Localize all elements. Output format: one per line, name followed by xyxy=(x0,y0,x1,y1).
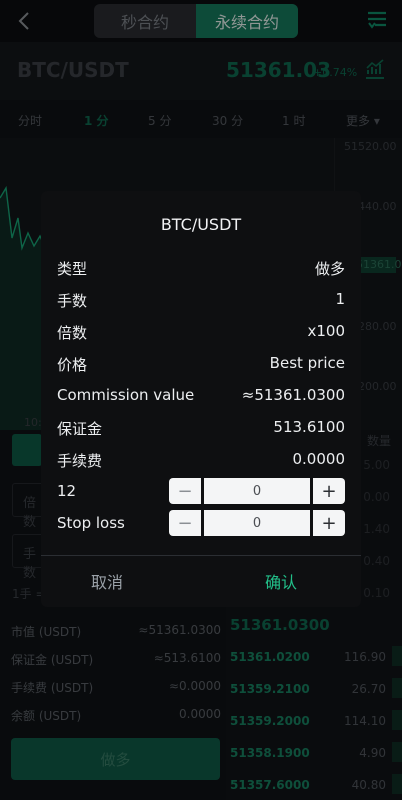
row-value: 513.6100 xyxy=(273,418,345,436)
take-profit-input[interactable]: 0 xyxy=(204,478,310,504)
cancel-button[interactable]: 取消 xyxy=(41,555,173,607)
dialog-row-type: 类型 做多 xyxy=(57,258,345,279)
row-label: 倍数 xyxy=(57,324,88,342)
row-value: x100 xyxy=(307,322,345,340)
plus-icon[interactable]: + xyxy=(313,478,345,504)
dialog-title: BTC/USDT xyxy=(160,215,242,234)
stop-loss-input[interactable]: 0 xyxy=(204,510,310,536)
dialog-row-fee: 手续费 0.0000 xyxy=(57,450,345,471)
app-root: 秒合约 永续合约 BTC/USDT 51361.03 +0.74% 分时 1 分… xyxy=(0,0,402,800)
row-label: 类型 xyxy=(57,260,88,278)
row-label: Commission value xyxy=(57,386,195,404)
dialog-row-multiplier: 倍数 x100 xyxy=(57,322,345,343)
row-label: 手数 xyxy=(57,292,88,310)
stop-loss-stepper: − 0 + xyxy=(169,510,345,536)
dialog-row-price: 价格 Best price xyxy=(57,354,345,375)
plus-icon[interactable]: + xyxy=(313,510,345,536)
minus-icon[interactable]: − xyxy=(169,478,201,504)
row-value: 做多 xyxy=(314,260,345,278)
row-label: 手续费 xyxy=(57,452,103,470)
row-value: ≈51361.0300 xyxy=(241,386,345,404)
row-label: 价格 xyxy=(57,356,88,374)
row-label: 保证金 xyxy=(57,420,103,438)
row-value: 0.0000 xyxy=(292,450,346,468)
row-value: Best price xyxy=(269,354,345,372)
confirm-button[interactable]: 确认 xyxy=(201,555,361,607)
order-confirm-dialog: BTC/USDT 类型 做多 手数 1 倍数 x100 价格 Best pric… xyxy=(41,191,361,607)
row-value: 1 xyxy=(335,290,345,308)
dialog-row-hands: 手数 1 xyxy=(57,290,345,311)
take-profit-stepper: − 0 + xyxy=(169,478,345,504)
dialog-row-commission: Commission value ≈51361.0300 xyxy=(57,386,345,404)
minus-icon[interactable]: − xyxy=(169,510,201,536)
dialog-row-margin: 保证金 513.6100 xyxy=(57,418,345,439)
